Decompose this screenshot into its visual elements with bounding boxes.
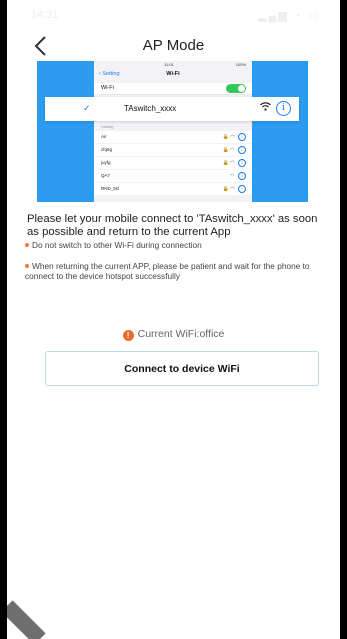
mock-divider: [101, 94, 252, 95]
mock-wifi-toggle-row: Wi-Fi: [94, 83, 252, 94]
connected-network-name: TAswitch_xxxx: [124, 104, 177, 113]
mock-network-icons: ◠ i: [230, 172, 246, 180]
mock-status-bar: 11:01 100%: [94, 61, 252, 69]
mock-battery: 100%: [235, 62, 246, 67]
mock-network-name: juyfg: [101, 160, 111, 165]
page-title: AP Mode: [142, 37, 205, 54]
instruction-illustration: 11:01 100% ‹ Setting Wi-Fi Wi-Fi Loading…: [37, 61, 308, 202]
instruction-note-text: When returning the current APP, please b…: [25, 261, 310, 281]
mock-network-item: RND_5G 🔒 ◠ i: [94, 183, 252, 195]
bullet-dot-icon: [25, 243, 29, 247]
nav-bar: AP Mode: [7, 28, 340, 64]
current-wifi-status: ! Current WiFi:office: [7, 328, 340, 341]
highlighted-network-row: ✓ TAswitch_xxxx i: [45, 97, 299, 121]
bullet-dot-icon: [25, 264, 29, 268]
status-bar: 14:31 ▂▄▆ ◔ ▭: [7, 0, 340, 26]
mock-phone-screen: 11:01 100% ‹ Setting Wi-Fi Wi-Fi Loading…: [94, 61, 252, 202]
mock-network-name: QA7: [101, 173, 111, 178]
status-icons: ▂▄▆ ◔ ▭: [258, 10, 320, 22]
status-time: 14:31: [31, 9, 59, 21]
instruction-note: When returning the current APP, please b…: [25, 261, 325, 281]
mock-network-item: Air 🔒 ◠ i: [94, 131, 252, 143]
instruction-note: Do not switch to other Wi-Fi during conn…: [25, 240, 325, 250]
mock-loading-label: Loading: [101, 125, 114, 129]
mock-network-icons: 🔒 ◠ i: [223, 185, 246, 193]
instruction-main-text: Please let your mobile connect to 'TAswi…: [27, 213, 318, 238]
wifi-signal-icon: [260, 102, 271, 113]
info-icon: i: [276, 101, 291, 116]
warning-icon: !: [122, 330, 134, 341]
mock-toggle-icon: [226, 84, 246, 93]
mock-wifi-label: Wi-Fi: [101, 85, 114, 91]
app-screen: 14:31 ▂▄▆ ◔ ▭ AP Mode 11:01 100% ‹ Setti…: [7, 0, 340, 639]
decorative-corner-stroke: [7, 600, 46, 639]
instruction-note-text: Do not switch to other Wi-Fi during conn…: [32, 240, 202, 250]
mock-network-icons: 🔒 ◠ i: [223, 159, 246, 167]
mock-time: 11:01: [164, 62, 174, 67]
mock-nav: ‹ Setting Wi-Fi: [94, 69, 252, 81]
mock-network-name: Air: [101, 134, 107, 139]
current-wifi-label: Current WiFi:office: [137, 328, 225, 340]
mock-network-name: RND_5G: [101, 186, 120, 191]
connect-device-wifi-button[interactable]: Connect to device WiFi: [45, 351, 319, 386]
mock-network-item: QA7 ◠ i: [94, 170, 252, 182]
device-frame: 14:31 ▂▄▆ ◔ ▭ AP Mode 11:01 100% ‹ Setti…: [0, 0, 347, 639]
checkmark-icon: ✓: [83, 103, 91, 113]
mock-network-item: juyfg 🔒 ◠ i: [94, 157, 252, 169]
mock-title: Wi-Fi: [166, 71, 180, 77]
mock-network-name: cfq5g: [101, 147, 113, 152]
mock-network-icons: 🔒 ◠ i: [223, 133, 246, 141]
mock-network-icons: 🔒 ◠ i: [223, 146, 246, 154]
mock-network-item: cfq5g 🔒 ◠ i: [94, 144, 252, 156]
